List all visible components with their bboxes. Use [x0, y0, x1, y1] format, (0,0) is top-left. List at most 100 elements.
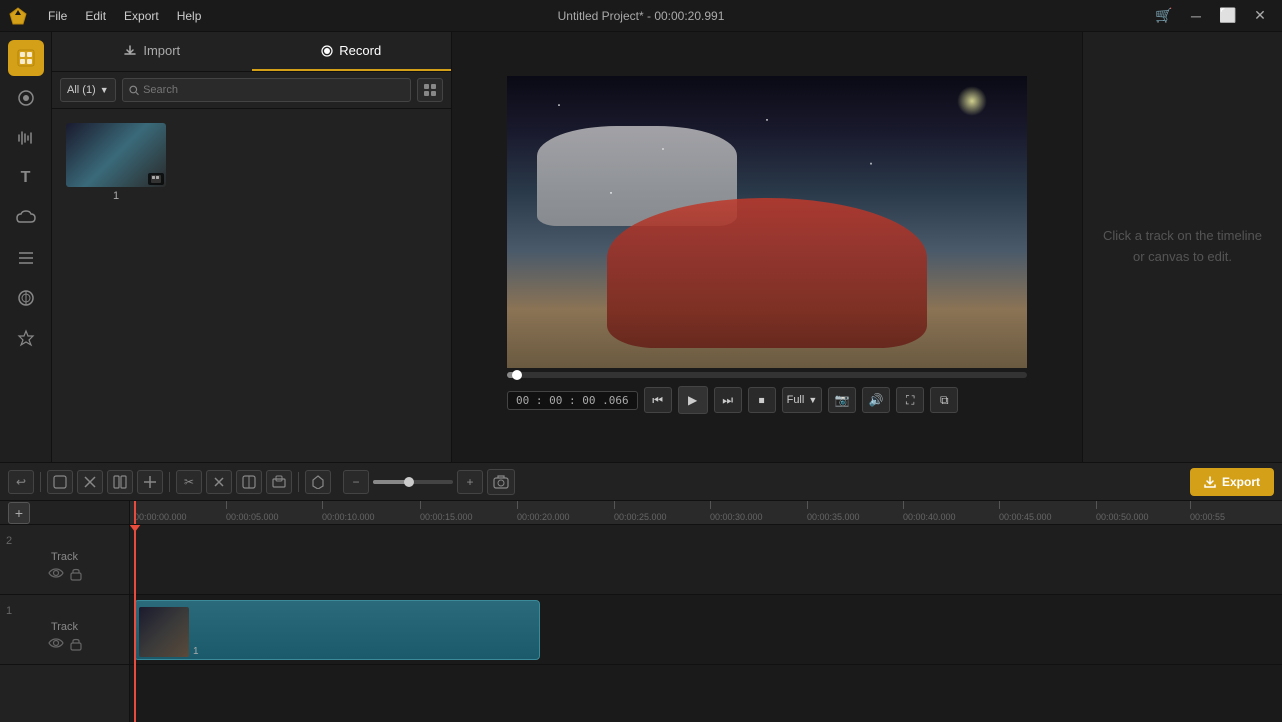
cart-icon[interactable]: 🛒: [1150, 5, 1178, 27]
grid-view-button[interactable]: [417, 78, 443, 102]
media-item-label: 1: [66, 190, 166, 202]
tab-record[interactable]: Record: [252, 32, 452, 71]
progress-handle[interactable]: [512, 370, 522, 380]
table-row: 1: [130, 595, 1282, 665]
track-lock-button-1[interactable]: [70, 637, 82, 654]
ruler-mark-6: 00:00:30.000: [710, 501, 763, 524]
export-label: Export: [1222, 475, 1260, 489]
timeline-toolbar: ↩ ✂ −: [0, 463, 1282, 501]
list-item[interactable]: 1: [66, 123, 166, 202]
timeline-section: ↩ ✂ −: [0, 462, 1282, 722]
media-content: 1: [52, 109, 451, 462]
track-header-2: 2 Track: [0, 525, 130, 595]
sidebar-item-effects[interactable]: [8, 80, 44, 116]
skip-forward-button[interactable]: ⏭: [714, 387, 742, 413]
preview-image: [507, 76, 1027, 368]
timecode-display: 00 : 00 : 00 .066: [507, 391, 638, 410]
camera-button[interactable]: 📷: [828, 387, 856, 413]
playback-bar[interactable]: [507, 372, 1027, 378]
maximize-button[interactable]: ⬜: [1214, 5, 1242, 27]
zoom-out-button[interactable]: −: [343, 470, 369, 494]
track-clip-1[interactable]: 1: [134, 600, 540, 660]
sidebar-item-text[interactable]: T: [8, 160, 44, 196]
ruler-mark-1: 00:00:05.000: [226, 501, 279, 524]
window-controls: 🛒 ─ ⬜ ✕: [1150, 5, 1274, 27]
delete-button[interactable]: [206, 470, 232, 494]
snapshot-button[interactable]: [487, 469, 515, 495]
track-visibility-button-1[interactable]: [48, 637, 64, 654]
menu-bar: File Edit Export Help: [40, 7, 209, 25]
menu-edit[interactable]: Edit: [77, 7, 114, 25]
timeline-ruler[interactable]: 00:00:00.000 00:00:05.000 00:00:10.000 0…: [130, 501, 1282, 525]
ruler-mark-10: 00:00:50.000: [1096, 501, 1149, 524]
toolbar-separator-3: [298, 472, 299, 492]
export-icon: [1204, 476, 1216, 488]
skip-back-button[interactable]: ⏮: [644, 387, 672, 413]
track-content-1[interactable]: 1: [130, 595, 1282, 664]
track-content-2[interactable]: [130, 525, 1282, 594]
play-button[interactable]: ▶: [678, 386, 708, 414]
sidebar-item-filter[interactable]: [8, 280, 44, 316]
zoom-chevron-icon: ▼: [808, 395, 817, 405]
sidebar-item-media[interactable]: [8, 40, 44, 76]
zoom-select[interactable]: Full ▼: [782, 387, 823, 413]
settings-button[interactable]: ⧉: [930, 387, 958, 413]
zoom-in-button[interactable]: +: [457, 470, 483, 494]
record-tab-label: Record: [339, 43, 381, 58]
media-tabs: Import Record: [52, 32, 451, 72]
grid-icon: [423, 83, 437, 97]
volume-button[interactable]: 🔊: [862, 387, 890, 413]
sidebar-item-star[interactable]: [8, 320, 44, 356]
menu-help[interactable]: Help: [169, 7, 210, 25]
zoom-slider-area: − +: [343, 470, 483, 494]
track-visibility-button-2[interactable]: [48, 567, 64, 584]
scissors-button[interactable]: ✂: [176, 470, 202, 494]
ruler-mark-11: 00:00:55: [1190, 501, 1225, 524]
filter-chevron-icon: ▼: [100, 85, 109, 95]
toolbar-separator-2: [169, 472, 170, 492]
table-row: [130, 525, 1282, 595]
search-input[interactable]: [143, 84, 404, 96]
media-search-field[interactable]: [122, 78, 411, 102]
edit-hint-text: Click a track on the timeline or canvas …: [1103, 226, 1262, 268]
minimize-button[interactable]: ─: [1182, 5, 1210, 27]
track-icons-2: [48, 567, 82, 584]
close-button[interactable]: ✕: [1246, 5, 1274, 27]
clip-thumb-inner: [139, 607, 189, 657]
left-sidebar: T: [0, 32, 52, 462]
zoom-slider[interactable]: [373, 480, 453, 484]
cut-tool-button[interactable]: [77, 470, 103, 494]
menu-file[interactable]: File: [40, 7, 75, 25]
sidebar-item-cloud[interactable]: [8, 200, 44, 236]
tab-import[interactable]: Import: [52, 32, 252, 71]
select-tool-button[interactable]: [47, 470, 73, 494]
track-label-1: Track: [51, 621, 78, 633]
toolbar-separator: [40, 472, 41, 492]
stop-button[interactable]: ⏹: [748, 387, 776, 413]
marker-button[interactable]: [305, 470, 331, 494]
trim-tool-button[interactable]: [107, 470, 133, 494]
sidebar-item-list[interactable]: [8, 240, 44, 276]
sidebar-item-audio[interactable]: [8, 120, 44, 156]
undo-button[interactable]: ↩: [8, 470, 34, 494]
timeline-ruler-wrapper: 00:00:00.000 00:00:05.000 00:00:10.000 0…: [130, 501, 1282, 722]
media-filter-select[interactable]: All (1) ▼: [60, 78, 116, 102]
ruler-mark-2: 00:00:10.000: [322, 501, 375, 524]
menu-export[interactable]: Export: [116, 7, 167, 25]
track-headers: + 2 Track 1 Track: [0, 501, 130, 722]
zoom-thumb[interactable]: [404, 477, 414, 487]
add-track-button[interactable]: +: [8, 502, 30, 524]
group-button[interactable]: [266, 470, 292, 494]
ruler-mark-9: 00:00:45.000: [999, 501, 1052, 524]
track-lock-button-2[interactable]: [70, 567, 82, 584]
ruler-mark-4: 00:00:20.000: [517, 501, 570, 524]
export-button[interactable]: Export: [1190, 468, 1274, 496]
player-controls: 00 : 00 : 00 .066 ⏮ ▶ ⏭ ⏹ Full ▼ 📷 🔊 ⛶ ⧉: [507, 382, 1027, 418]
track-number-2: 2: [0, 535, 12, 547]
split-button[interactable]: [236, 470, 262, 494]
preview-canvas: 00 : 00 : 00 .066 ⏮ ▶ ⏭ ⏹ Full ▼ 📷 🔊 ⛶ ⧉: [452, 32, 1082, 462]
ruler-mark-7: 00:00:35.000: [807, 501, 860, 524]
timeline-header-spacer: +: [0, 501, 129, 525]
fullscreen-button[interactable]: ⛶: [896, 387, 924, 413]
snap-button[interactable]: [137, 470, 163, 494]
